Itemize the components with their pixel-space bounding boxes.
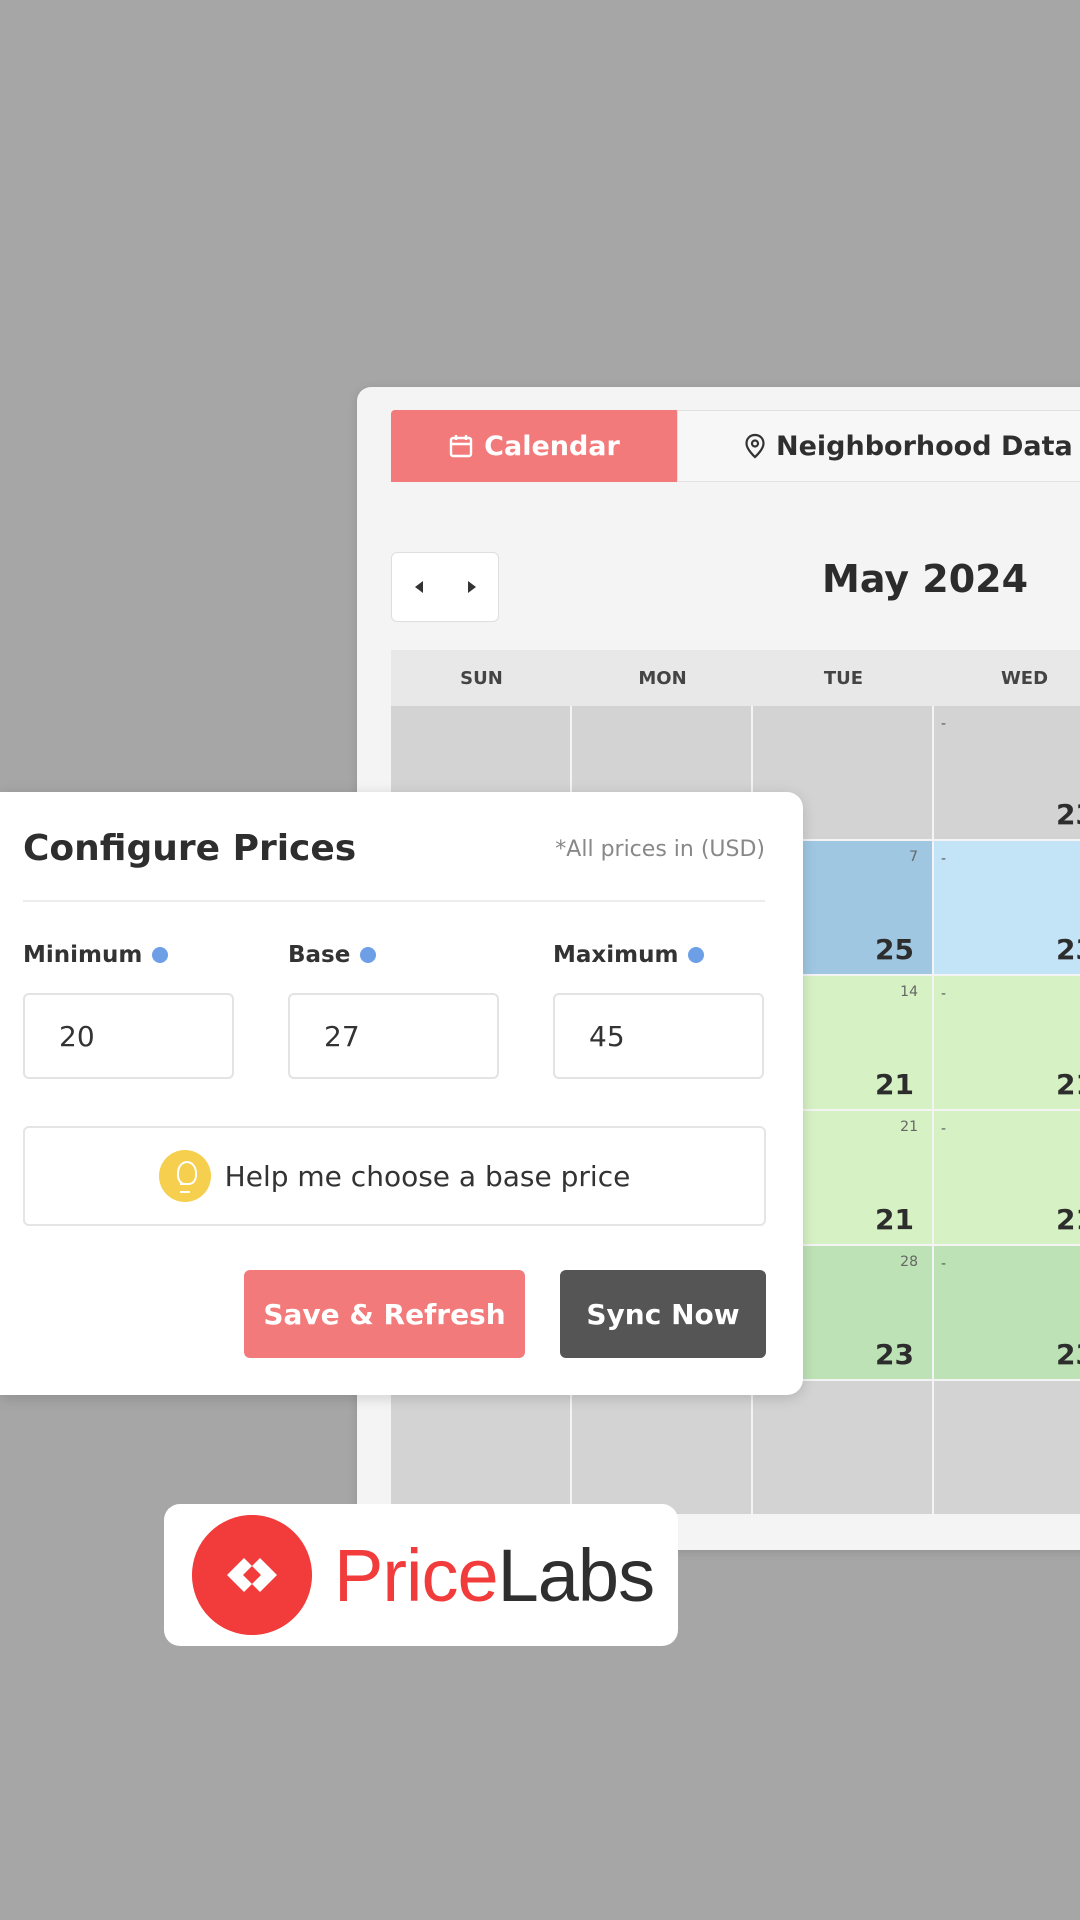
lightbulb-icon <box>158 1150 211 1202</box>
day-number: 14 <box>900 984 918 1000</box>
day-of-week-label: SUN <box>460 667 503 689</box>
day-price: 23 <box>875 1338 914 1371</box>
save-refresh-button[interactable]: Save & Refresh <box>244 1270 525 1358</box>
day-number: 28 <box>900 1254 918 1270</box>
base-label: Base <box>288 942 377 968</box>
base-label-text: Base <box>288 942 351 968</box>
day-marker: - <box>941 716 947 732</box>
maximum-label-text: Maximum <box>553 942 679 968</box>
minimum-price-input[interactable]: 20 <box>23 993 234 1079</box>
calendar-day-cell[interactable] <box>753 1381 934 1516</box>
calendar-day-cell[interactable]: - 23 <box>934 706 1080 841</box>
calendar-day-cell[interactable]: - 23 <box>934 841 1080 976</box>
info-icon[interactable] <box>152 947 169 963</box>
location-pin-icon <box>745 433 765 459</box>
calendar-day-cell[interactable] <box>391 1381 572 1516</box>
minimum-label: Minimum <box>23 942 169 968</box>
calendar-day-cell[interactable] <box>572 1381 753 1516</box>
info-icon[interactable] <box>360 947 377 963</box>
logo-text-price: Price <box>334 1533 499 1617</box>
tab-neighborhood-data[interactable]: Neighborhood Data <box>677 410 1080 482</box>
calendar-icon <box>449 435 473 458</box>
maximum-price-input[interactable]: 45 <box>553 993 764 1079</box>
day-price: 21 <box>875 1203 914 1236</box>
panel-title: Configure Prices <box>23 828 357 869</box>
base-price-input[interactable]: 27 <box>288 993 499 1079</box>
calendar-day-cell[interactable]: - 23 <box>934 1246 1080 1381</box>
help-button-label: Help me choose a base price <box>224 1159 631 1193</box>
calendar-day-cell[interactable]: - 21 <box>934 1111 1080 1246</box>
configure-prices-panel: Configure Prices *All prices in (USD) Mi… <box>0 792 803 1395</box>
next-month-icon[interactable] <box>467 581 476 593</box>
day-price: 21 <box>875 1068 914 1101</box>
day-of-week-label: MON <box>638 667 687 689</box>
day-price: 23 <box>1056 798 1080 831</box>
month-title: May 2024 <box>822 557 1029 601</box>
day-marker: - <box>941 986 947 1002</box>
maximum-label: Maximum <box>553 942 705 968</box>
calendar-week-row <box>391 1381 1080 1516</box>
day-number: 7 <box>909 849 918 865</box>
logo-wordmark: PriceLabs <box>334 1533 655 1618</box>
day-price: 23 <box>1056 1338 1080 1371</box>
day-price: 25 <box>875 933 914 966</box>
day-price: 23 <box>1056 933 1080 966</box>
tab-calendar[interactable]: Calendar <box>391 410 677 482</box>
tab-neighborhood-label: Neighborhood Data <box>776 430 1073 462</box>
day-of-week-label: WED <box>1000 667 1049 689</box>
calendar-day-cell[interactable] <box>934 1381 1080 1516</box>
tab-calendar-label: Calendar <box>484 430 620 462</box>
help-choose-base-price-button[interactable]: Help me choose a base price <box>23 1126 766 1226</box>
previous-month-icon[interactable] <box>414 581 423 593</box>
day-of-week-label: TUE <box>823 667 864 689</box>
day-marker: - <box>941 851 947 867</box>
divider <box>23 900 765 902</box>
info-icon[interactable] <box>688 947 705 963</box>
calendar-day-cell[interactable]: - 21 <box>934 976 1080 1111</box>
currency-note: *All prices in (USD) <box>555 837 765 862</box>
day-number: 21 <box>900 1119 918 1135</box>
day-marker: - <box>941 1256 947 1272</box>
sync-now-button[interactable]: Sync Now <box>560 1270 766 1358</box>
day-price: 21 <box>1056 1068 1080 1101</box>
day-price: 21 <box>1056 1203 1080 1236</box>
day-marker: - <box>941 1121 947 1137</box>
month-navigation <box>391 552 499 622</box>
pricelabs-logo-mark-icon <box>192 1515 312 1635</box>
minimum-label-text: Minimum <box>23 942 143 968</box>
tab-bar: Calendar Neighborhood Data <box>391 410 1080 482</box>
logo-text-labs: Labs <box>497 1533 655 1617</box>
pricelabs-logo: PriceLabs <box>164 1504 678 1646</box>
day-of-week-header: SUN MON TUE WED <box>391 650 1080 706</box>
